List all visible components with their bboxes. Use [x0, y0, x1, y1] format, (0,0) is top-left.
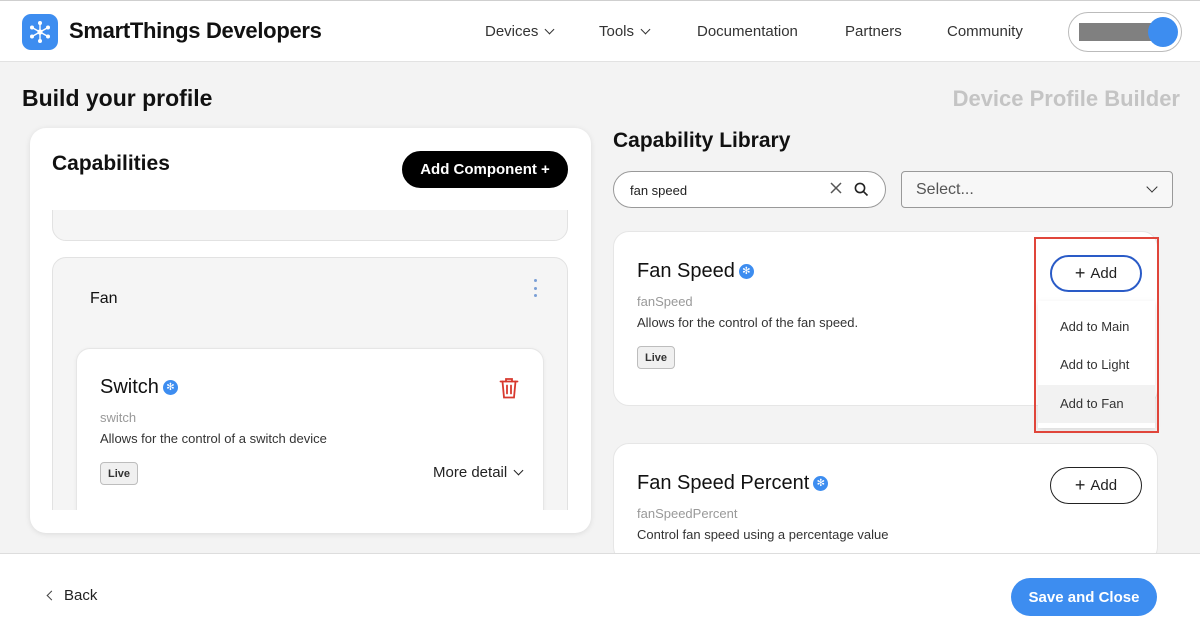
capability-description: Allows for the control of a switch devic…	[100, 431, 327, 446]
capability-title: Fan Speed	[637, 260, 754, 283]
chevron-left-icon	[46, 590, 57, 601]
nav-tools[interactable]: Tools	[599, 23, 651, 40]
capability-description: Allows for the control of the fan speed.	[637, 315, 859, 330]
smartthings-badge-icon	[738, 264, 754, 279]
category-select[interactable]: Select...	[901, 171, 1173, 208]
nav-devices[interactable]: Devices	[485, 23, 555, 40]
nav-partners-label: Partners	[845, 23, 902, 40]
save-and-close-button[interactable]: Save and Close	[1011, 578, 1157, 616]
more-detail-toggle[interactable]: More detail	[433, 464, 524, 481]
builder-title: Device Profile Builder	[952, 86, 1180, 111]
top-header: SmartThings Developers Devices Tools Doc…	[0, 0, 1200, 62]
chevron-down-icon	[513, 465, 524, 476]
status-badge: Live	[100, 462, 138, 485]
component-card-fan: Fan Switch switch Allows for the control…	[52, 257, 568, 510]
add-component-button[interactable]: Add Component +	[402, 151, 568, 188]
capabilities-title: Capabilities	[52, 152, 170, 175]
capabilities-scroll-area[interactable]: Fan Switch switch Allows for the control…	[30, 210, 591, 510]
user-avatar-icon	[1148, 17, 1178, 47]
capability-card-switch: Switch switch Allows for the control of …	[76, 348, 544, 510]
capability-description: Control fan speed using a percentage val…	[637, 527, 889, 542]
capability-name: Fan Speed Percent	[637, 472, 810, 494]
nav-documentation-label: Documentation	[697, 23, 798, 40]
capability-id: switch	[100, 410, 137, 425]
smartthings-badge-icon	[162, 380, 178, 395]
more-options-icon[interactable]	[531, 279, 539, 297]
capability-name: Fan Speed	[637, 260, 735, 282]
search-input[interactable]	[630, 180, 825, 200]
nav-partners[interactable]: Partners	[845, 23, 902, 40]
brand-name[interactable]: SmartThings Developers	[69, 18, 322, 44]
capability-id: fanSpeedPercent	[637, 506, 738, 521]
capability-title: Fan Speed Percent	[637, 472, 829, 495]
search-box	[613, 171, 886, 208]
smartthings-logo-icon[interactable]	[22, 14, 58, 50]
account-button[interactable]	[1068, 12, 1182, 52]
nav-tools-label: Tools	[599, 23, 635, 40]
trash-icon[interactable]	[499, 377, 519, 404]
nav-community-label: Community	[947, 23, 1023, 40]
library-title: Capability Library	[613, 129, 791, 152]
more-detail-label: More detail	[433, 464, 508, 481]
smartthings-badge-icon	[813, 476, 829, 491]
back-button[interactable]: Back	[46, 587, 98, 604]
chevron-down-icon	[1146, 181, 1158, 193]
capability-title: Switch	[100, 376, 178, 399]
capabilities-panel: Capabilities Add Component + Fan Switch …	[30, 128, 591, 533]
nav-devices-label: Devices	[485, 23, 539, 40]
nav-documentation[interactable]: Documentation	[697, 23, 798, 40]
component-card	[52, 210, 568, 241]
clear-icon[interactable]	[829, 181, 843, 200]
select-value: Select...	[916, 181, 974, 198]
back-label: Back	[64, 587, 98, 604]
chevron-down-icon	[640, 24, 651, 35]
component-name: Fan	[90, 290, 118, 307]
capability-id: fanSpeed	[637, 294, 693, 309]
library-card-fan-speed-percent: Fan Speed Percent fanSpeedPercent Contro…	[613, 443, 1158, 563]
footer-bar: Back Save and Close	[0, 553, 1200, 638]
add-button-label: Add	[1090, 477, 1118, 494]
highlight-box	[1034, 237, 1159, 433]
page-title: Build your profile	[22, 85, 213, 111]
search-icon[interactable]	[854, 182, 869, 202]
chevron-down-icon	[544, 24, 555, 35]
add-button[interactable]: + Add	[1050, 467, 1142, 504]
nav-community[interactable]: Community	[947, 23, 1023, 40]
plus-icon: +	[1074, 474, 1086, 495]
status-badge: Live	[637, 346, 675, 369]
capability-name: Switch	[100, 376, 159, 398]
